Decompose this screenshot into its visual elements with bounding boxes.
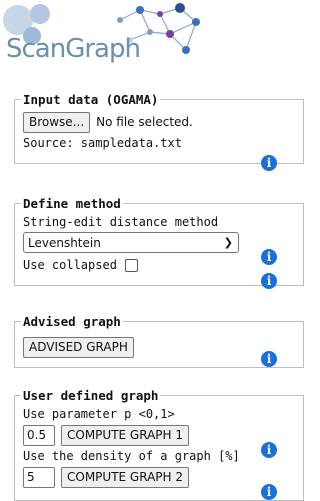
compute-graph-2-button[interactable]: COMPUTE GRAPH 2 (61, 466, 189, 488)
density-label: Use the density of a graph [%] (23, 449, 240, 463)
method-select[interactable]: Levenshtein ❯ (23, 232, 239, 253)
info-icon[interactable]: i (261, 155, 277, 171)
browse-button[interactable]: Browse... (23, 111, 91, 133)
info-icon[interactable]: i (261, 273, 277, 289)
user-defined-graph-legend: User defined graph (23, 388, 159, 403)
define-method-panel: Define method String-edit distance metho… (14, 196, 304, 289)
density-input[interactable]: 5 (23, 466, 55, 488)
info-icon[interactable]: i (261, 442, 277, 458)
parameter-input[interactable]: 0.5 (23, 424, 55, 446)
compute-graph-1-button[interactable]: COMPUTE GRAPH 1 (61, 424, 189, 446)
logo-text: ScanGraph (6, 34, 141, 64)
advised-graph-legend: Advised graph (23, 314, 121, 329)
advised-graph-panel: Advised graph ADVISED GRAPH i (14, 314, 304, 368)
advised-graph-button[interactable]: ADVISED GRAPH (23, 336, 134, 358)
source-text: Source: sampledata.txt (23, 136, 182, 150)
info-icon[interactable]: i (261, 249, 277, 265)
define-method-legend: Define method (23, 196, 121, 211)
collapsed-checkbox[interactable] (124, 258, 138, 272)
chevron-down-icon: ❯ (223, 236, 233, 249)
input-data-legend: Input data (OGAMA) (23, 92, 159, 107)
user-defined-graph-panel: User defined graph Use parameter p <0,1>… (14, 388, 304, 501)
file-status: No file selected. (96, 115, 193, 129)
info-icon[interactable]: i (261, 484, 277, 500)
info-icon[interactable]: i (261, 351, 277, 367)
input-data-panel: Input data (OGAMA) Browse... No file sel… (14, 92, 304, 171)
method-select-value: Levenshtein (28, 235, 101, 250)
method-label: String-edit distance method (23, 215, 219, 229)
parameter-label: Use parameter p <0,1> (23, 407, 175, 421)
app-logo: ScanGraph (0, 0, 283, 72)
collapsed-label: Use collapsed (23, 258, 117, 272)
